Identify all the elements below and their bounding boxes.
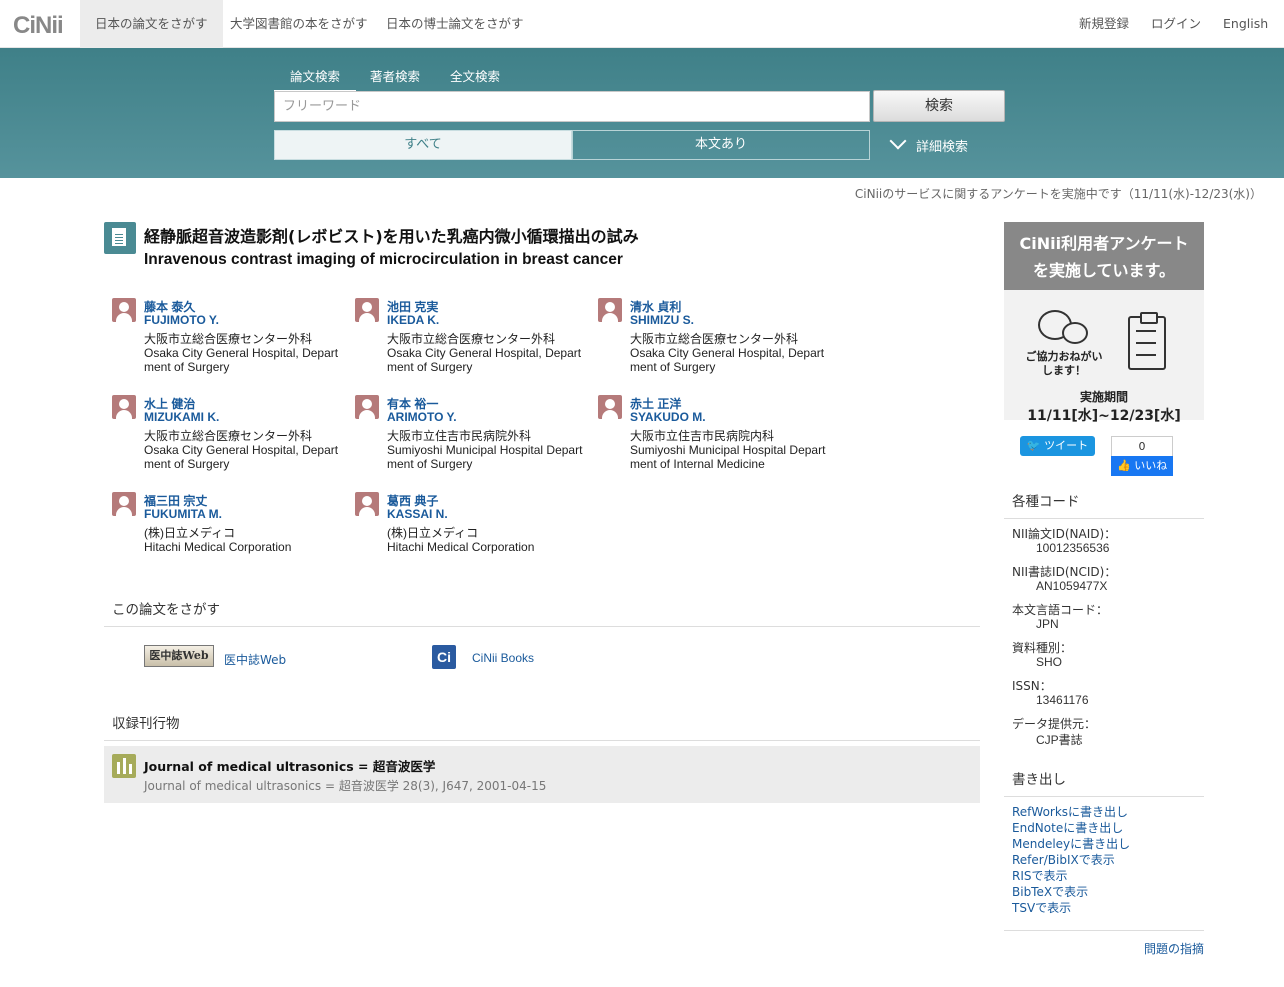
author-roman[interactable]: MIZUKAMI K.	[144, 410, 219, 424]
export-endnote[interactable]: EndNoteに書き出し	[1012, 819, 1123, 836]
language-code-value: JPN	[1036, 617, 1059, 631]
document-icon	[104, 222, 136, 254]
article-title-en: Inravenous contrast imaging of microcirc…	[144, 251, 623, 268]
person-icon	[355, 395, 379, 419]
export-refworks[interactable]: RefWorksに書き出し	[1012, 803, 1128, 820]
issn-value: 13461176	[1036, 693, 1089, 707]
author-roman[interactable]: FUJIMOTO Y.	[144, 313, 219, 327]
author-affiliation: 大阪市立住吉市民病院内科 Sumiyoshi Municipal Hospital…	[630, 429, 826, 471]
author-roman[interactable]: SHIMIZU S.	[630, 313, 694, 327]
tab-fulltext-search[interactable]: 全文検索	[434, 66, 516, 90]
chevron-down-icon	[889, 132, 907, 150]
author-roman[interactable]: KASSAI N.	[387, 507, 448, 521]
search-band: 論文検索 著者検索 全文検索 フリーワード 検索 すべて 本文あり 詳細検索	[0, 48, 1284, 178]
author-affiliation: (株)日立メディコ Hitachi Medical Corporation	[144, 526, 292, 554]
data-source-label: データ提供元：	[1012, 717, 1097, 731]
person-icon	[112, 298, 136, 322]
export-tsv[interactable]: TSVで表示	[1012, 899, 1071, 916]
facebook-like-count: 0	[1111, 436, 1173, 456]
banner-period: 実施期間 11/11[水]~12/23[水]	[1027, 390, 1181, 424]
person-icon	[598, 395, 622, 419]
banner-title: CiNii利用者アンケート を実施しています。	[1004, 222, 1204, 290]
export-heading: 書き出し	[1004, 768, 1204, 797]
survey-banner[interactable]: CiNii利用者アンケート を実施しています。 ご協力おねがいします！ 実施期間…	[1004, 222, 1204, 424]
author-affiliation: 大阪市立総合医療センター外科 Osaka City General Hospita…	[630, 332, 825, 374]
author-affiliation: 大阪市立住吉市民病院外科 Sumiyoshi Municipal Hospital…	[387, 429, 583, 471]
tab-article-search[interactable]: 論文検索	[274, 66, 357, 92]
survey-notice[interactable]: CiNiiのサービスに関するアンケートを実施中です（11/11(水)-12/23…	[855, 185, 1262, 202]
journal-citation: Journal of medical ultrasonics = 超音波医学 2…	[144, 779, 547, 793]
thumbs-up-icon: 👍	[1117, 459, 1131, 472]
material-type-value: SHO	[1036, 655, 1063, 669]
tweet-button[interactable]: 🐦 ツイート	[1020, 436, 1095, 456]
data-source-value: CJP書誌	[1036, 733, 1083, 747]
journal-item: Journal of medical ultrasonics = 超音波医学 J…	[104, 746, 980, 803]
nav-tab-articles[interactable]: 日本の論文をさがす	[80, 0, 223, 48]
author-roman[interactable]: FUKUMITA M.	[144, 507, 222, 521]
find-article-heading: この論文をさがす	[104, 598, 980, 627]
cinii-books-icon[interactable]: Ci	[432, 645, 456, 669]
material-type-label: 資料種別：	[1012, 641, 1073, 655]
author-roman[interactable]: IKEDA K.	[387, 313, 439, 327]
twitter-icon: 🐦	[1026, 439, 1041, 452]
facebook-like-button[interactable]: 👍 いいね	[1111, 456, 1173, 476]
language-link[interactable]: English	[1223, 0, 1268, 48]
ichushi-logo[interactable]: 医中誌Web	[144, 645, 214, 667]
nav-tab-dissertations[interactable]: 日本の博士論文をさがす	[371, 0, 539, 48]
filter-all[interactable]: すべて	[274, 130, 572, 160]
cinii-books-link[interactable]: CiNii Books	[472, 651, 534, 665]
naid-value: 10012356536	[1036, 541, 1110, 555]
issn-label: ISSN：	[1012, 679, 1052, 693]
search-input[interactable]: フリーワード	[274, 91, 870, 122]
search-button[interactable]: 検索	[873, 90, 1005, 122]
naid-label: NII論文ID(NAID)：	[1012, 527, 1117, 541]
journal-icon	[112, 754, 136, 778]
export-ris[interactable]: RISで表示	[1012, 867, 1068, 884]
report-problem-link[interactable]: 問題の指摘	[1144, 940, 1204, 957]
person-icon	[112, 395, 136, 419]
person-icon	[355, 492, 379, 516]
filter-fulltext[interactable]: 本文あり	[572, 130, 870, 160]
ncid-link[interactable]: AN1059477X	[1036, 579, 1107, 593]
author-affiliation: (株)日立メディコ Hitachi Medical Corporation	[387, 526, 535, 554]
top-bar: CiNii 日本の論文をさがす 大学図書館の本をさがす 日本の博士論文をさがす …	[0, 0, 1284, 48]
journal-heading: 収録刊行物	[104, 712, 980, 741]
export-mendeley[interactable]: Mendeleyに書き出し	[1012, 835, 1130, 852]
ichushi-link[interactable]: 医中誌Web	[224, 651, 286, 668]
export-bibtex[interactable]: BibTeXで表示	[1012, 883, 1088, 900]
person-icon	[355, 298, 379, 322]
tab-author-search[interactable]: 著者検索	[354, 66, 436, 90]
person-icon	[598, 298, 622, 322]
language-code-label: 本文言語コード：	[1012, 603, 1109, 617]
export-refer[interactable]: Refer/BibIXで表示	[1012, 851, 1115, 868]
ncid-label: NII書誌ID(NCID)：	[1012, 565, 1117, 579]
author-affiliation: 大阪市立総合医療センター外科 Osaka City General Hospita…	[387, 332, 582, 374]
clipboard-icon	[1128, 312, 1166, 370]
author-affiliation: 大阪市立総合医療センター外科 Osaka City General Hospita…	[144, 332, 339, 374]
author-roman[interactable]: ARIMOTO Y.	[387, 410, 457, 424]
login-link[interactable]: ログイン	[1151, 0, 1201, 48]
codes-heading: 各種コード	[1004, 490, 1204, 519]
speech-bubble-icon	[1062, 322, 1088, 344]
nav-tab-books[interactable]: 大学図書館の本をさがす	[215, 0, 383, 48]
register-link[interactable]: 新規登録	[1079, 0, 1129, 48]
advanced-search-toggle[interactable]: 詳細検索	[889, 132, 969, 155]
author-roman[interactable]: SYAKUDO M.	[630, 410, 706, 424]
sidebar-divider	[1004, 930, 1204, 931]
author-affiliation: 大阪市立総合医療センター外科 Osaka City General Hospita…	[144, 429, 339, 471]
advanced-search-label: 詳細検索	[916, 140, 969, 155]
journal-title[interactable]: Journal of medical ultrasonics = 超音波医学	[144, 756, 435, 775]
cinii-logo[interactable]: CiNii	[13, 12, 64, 40]
person-icon	[112, 492, 136, 516]
banner-message: ご協力おねがいします！	[1025, 350, 1103, 377]
article-title-ja: 経静脈超音波造影剤(レボビスト)を用いた乳癌内微小循環描出の試み	[144, 227, 639, 246]
